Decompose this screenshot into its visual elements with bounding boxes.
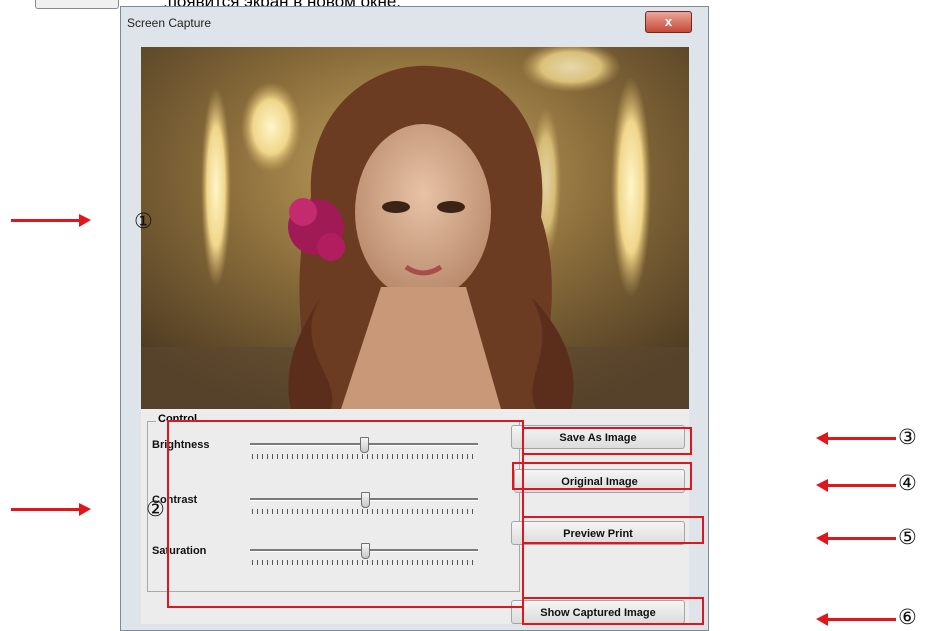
- arrow-to-control: [11, 503, 91, 516]
- annotation-control-left: [167, 420, 169, 608]
- annotation-save-box: [522, 427, 692, 455]
- arrow-to-preview-print: [816, 532, 896, 545]
- brightness-slider[interactable]: [250, 437, 478, 459]
- marker-6: ⑥: [898, 605, 917, 629]
- slider-ticks: [252, 560, 476, 565]
- annotation-show-box: [522, 597, 704, 625]
- arrow-to-original: [816, 479, 896, 492]
- slider-ticks: [252, 509, 476, 514]
- arrow-to-save: [816, 432, 896, 445]
- marker-2: ②: [146, 497, 165, 521]
- saturation-label: Saturation: [152, 545, 207, 557]
- control-group: Control Brightness Contrast Saturation: [147, 413, 520, 592]
- brightness-label: Brightness: [152, 439, 210, 451]
- contrast-slider[interactable]: [250, 492, 478, 514]
- marker-5: ⑤: [898, 525, 917, 549]
- captured-photo: [141, 47, 689, 409]
- close-button[interactable]: x: [645, 11, 692, 33]
- captured-image-preview: [141, 47, 689, 409]
- saturation-slider[interactable]: [250, 543, 478, 565]
- close-icon: x: [664, 14, 673, 29]
- annotation-control-top: [167, 420, 524, 437]
- arrow-to-preview: [11, 214, 91, 227]
- slider-thumb[interactable]: [361, 492, 370, 508]
- slider-thumb[interactable]: [360, 437, 369, 453]
- annotation-control-bottom: [167, 606, 524, 608]
- window-title: Screen Capture: [127, 16, 212, 30]
- title-bar[interactable]: Screen Capture x: [121, 7, 708, 37]
- partial-button[interactable]: [35, 0, 119, 9]
- slider-thumb[interactable]: [361, 543, 370, 559]
- marker-3: ③: [898, 425, 917, 449]
- marker-1: ①: [134, 209, 153, 233]
- arrow-to-show-captured: [816, 613, 896, 626]
- slider-ticks: [252, 454, 476, 459]
- annotation-original-box: [512, 462, 692, 490]
- marker-4: ④: [898, 471, 917, 495]
- annotation-preview-box: [522, 516, 704, 544]
